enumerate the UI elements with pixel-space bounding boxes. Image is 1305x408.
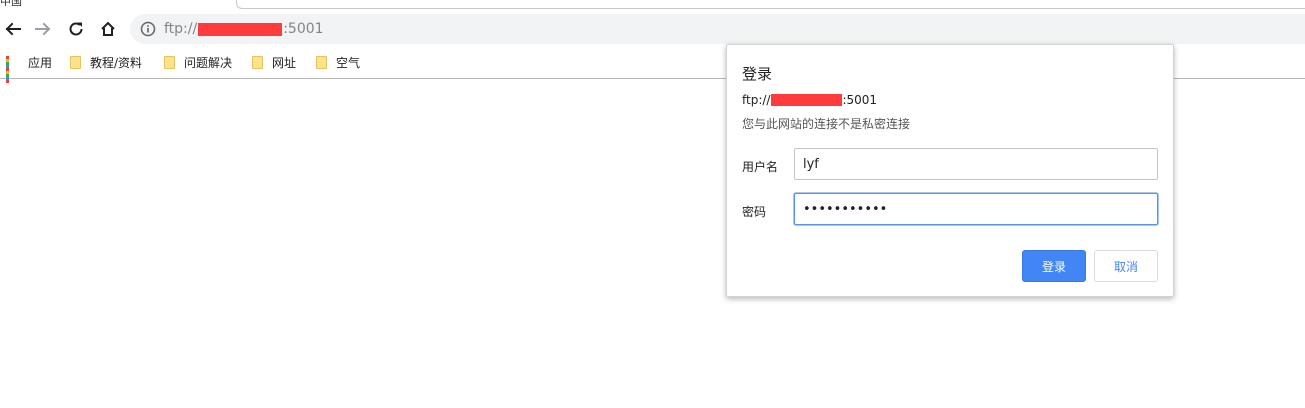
url-prefix: ftp:// xyxy=(164,21,198,37)
bookmark-label: 应用 xyxy=(28,55,53,70)
folder-icon xyxy=(316,55,327,69)
home-icon xyxy=(100,21,116,37)
bookmark-folder-solutions[interactable]: 问题解决 xyxy=(164,54,232,70)
bookmark-folder-tutorials[interactable]: 教程/资料 xyxy=(70,54,142,70)
password-label: 密码 xyxy=(742,205,767,219)
login-dialog: 登录 ftp:// :5001 您与此网站的连接不是私密连接 用户名 密码 •••… xyxy=(726,44,1174,297)
folder-icon xyxy=(70,55,81,69)
redacted-host xyxy=(771,94,843,106)
back-button[interactable] xyxy=(0,16,26,42)
bookmark-label: 教程/资料 xyxy=(90,55,143,70)
back-arrow-icon xyxy=(5,21,21,37)
password-mask: ••••••••••• xyxy=(803,201,888,217)
bookmark-folder-air[interactable]: 空气 xyxy=(316,54,360,70)
dialog-url-suffix: :5001 xyxy=(842,93,878,107)
tab-title-partial[interactable]: 中国 xyxy=(0,0,40,6)
tab-strip: 中国 xyxy=(0,0,1305,12)
bookmark-apps[interactable]: 应用 xyxy=(6,54,53,83)
reload-button[interactable] xyxy=(63,16,89,42)
bookmark-label: 网址 xyxy=(272,55,297,70)
redacted-host xyxy=(198,22,283,36)
cancel-button[interactable]: 取消 xyxy=(1094,250,1158,282)
bookmark-label: 空气 xyxy=(336,55,361,70)
folder-icon xyxy=(164,55,175,69)
password-field[interactable]: ••••••••••• xyxy=(794,193,1158,225)
info-icon[interactable] xyxy=(140,21,156,37)
apps-icon xyxy=(6,55,19,83)
new-tab-area xyxy=(236,0,1305,9)
forward-arrow-icon xyxy=(35,21,51,37)
url-suffix: :5001 xyxy=(283,21,324,37)
dialog-url: ftp:// :5001 xyxy=(742,93,877,107)
forward-button[interactable] xyxy=(30,16,56,42)
insecure-connection-warning: 您与此网站的连接不是私密连接 xyxy=(742,117,911,131)
reload-icon xyxy=(68,21,84,37)
url-text[interactable]: ftp:// :5001 xyxy=(164,20,324,38)
username-field[interactable] xyxy=(794,148,1158,180)
bookmark-label: 问题解决 xyxy=(184,55,233,70)
folder-icon xyxy=(252,55,263,69)
dialog-title: 登录 xyxy=(742,65,773,83)
home-button[interactable] xyxy=(95,16,121,42)
login-button[interactable]: 登录 xyxy=(1022,250,1086,282)
address-bar[interactable]: ftp:// :5001 xyxy=(130,14,1305,44)
browser-toolbar: ftp:// :5001 xyxy=(0,12,1305,46)
username-label: 用户名 xyxy=(742,160,779,174)
dialog-url-prefix: ftp:// xyxy=(742,93,771,107)
bookmark-folder-websites[interactable]: 网址 xyxy=(252,54,296,70)
